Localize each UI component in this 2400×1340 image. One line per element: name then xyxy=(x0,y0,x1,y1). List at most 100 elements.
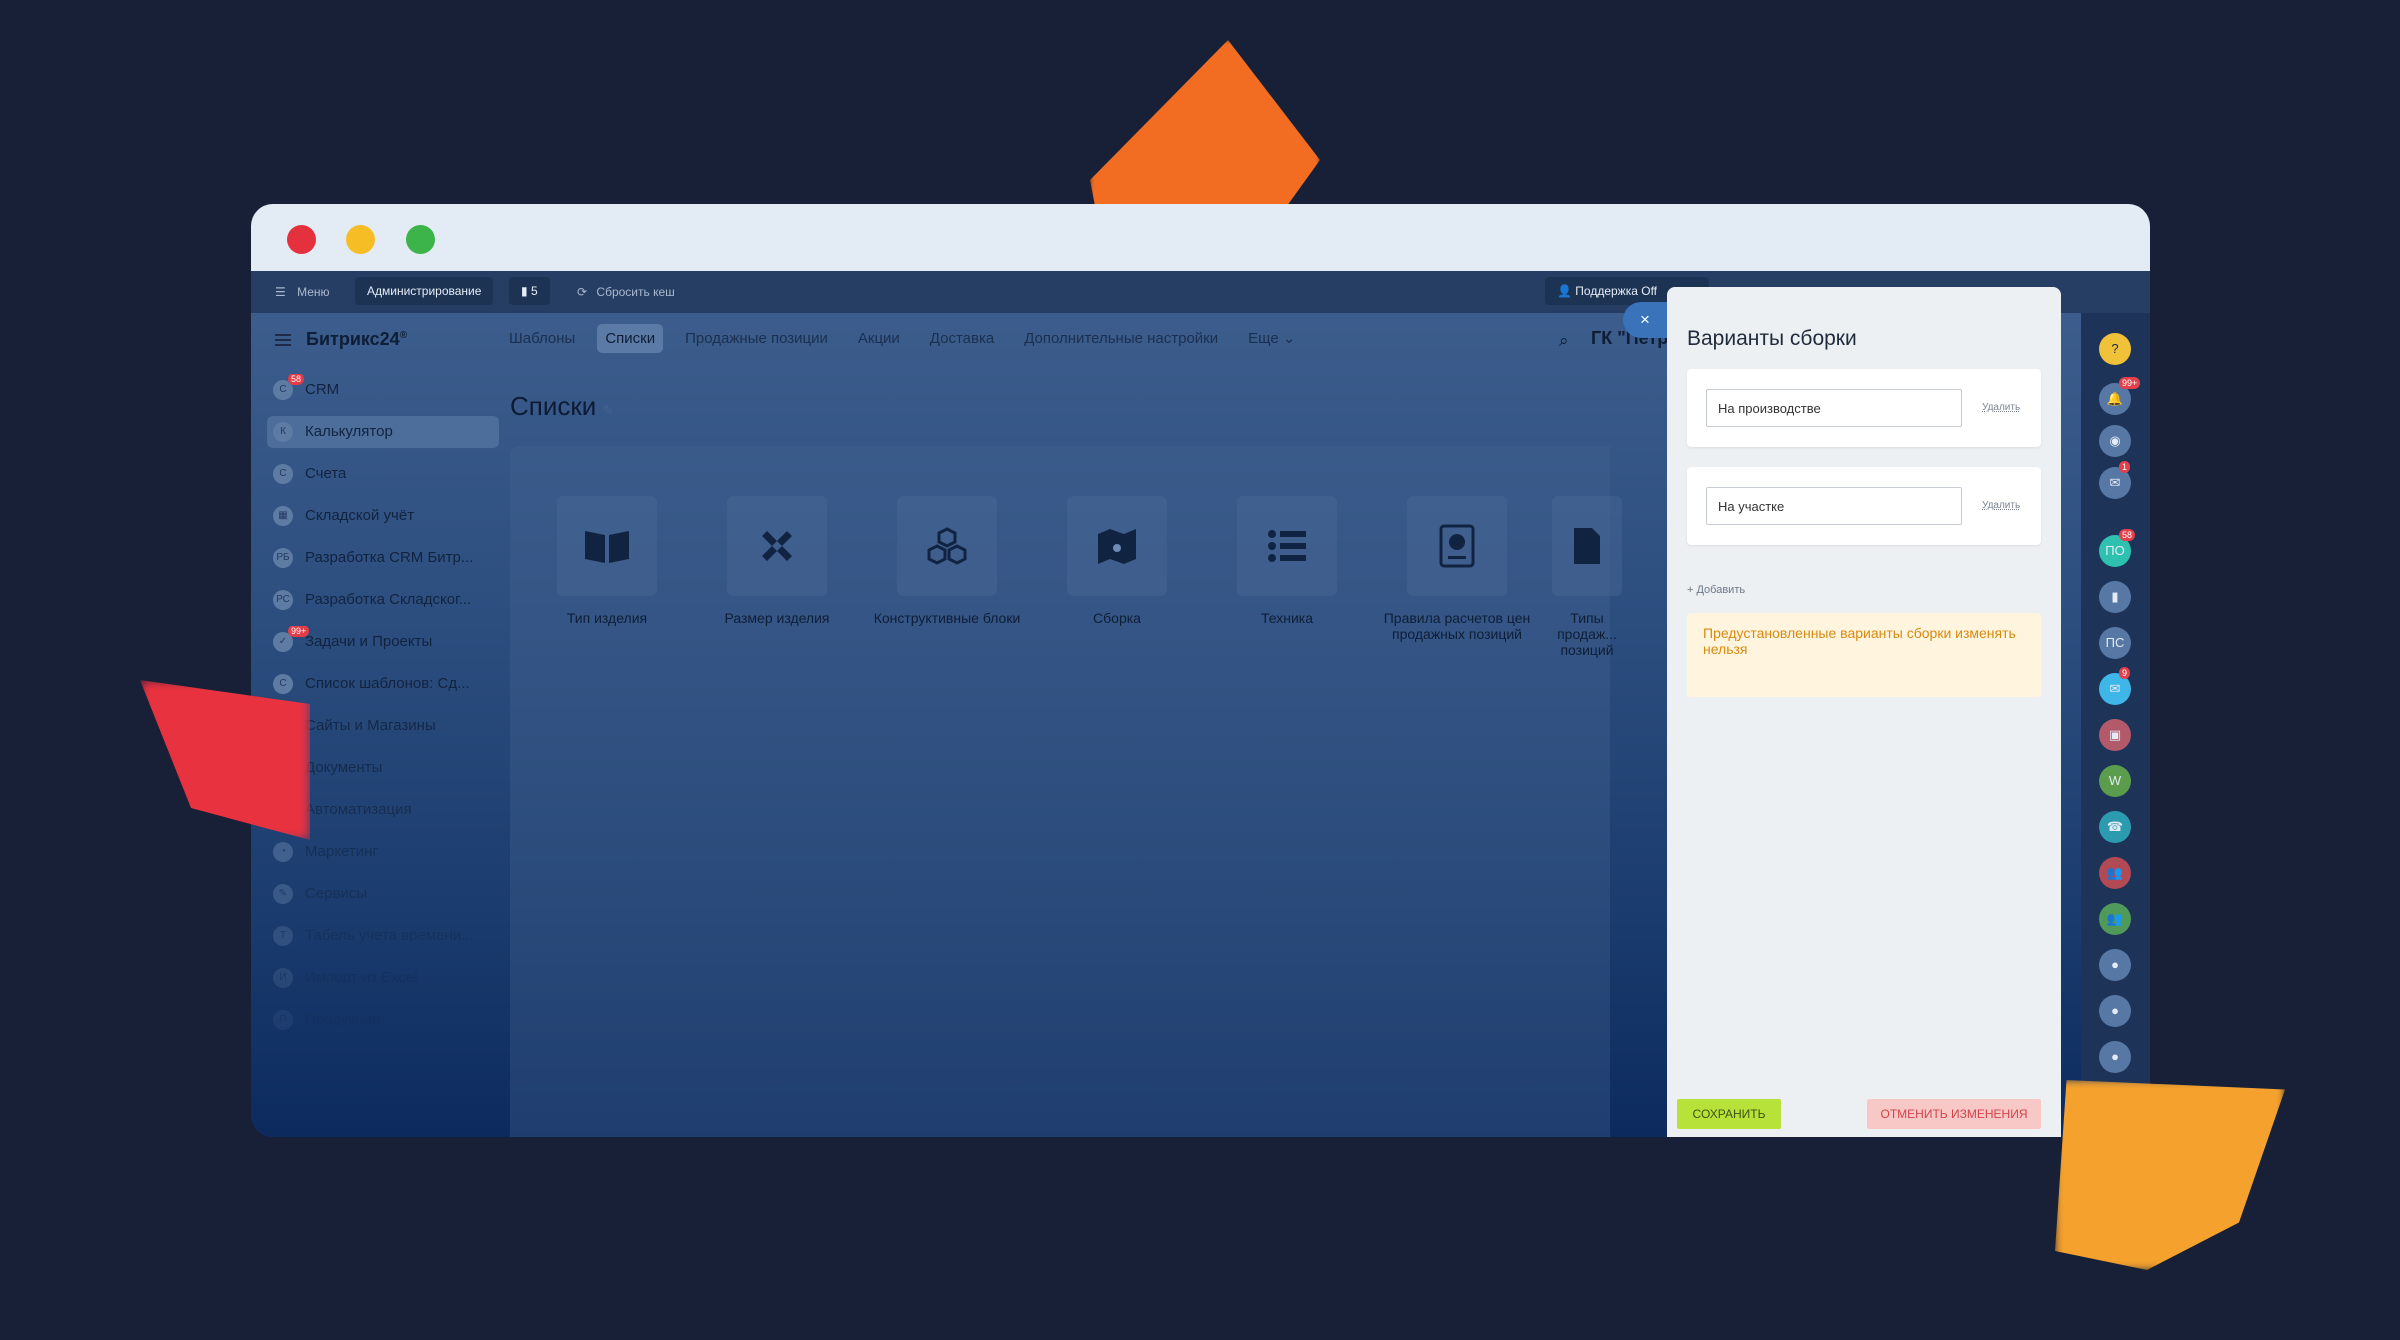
cancel-changes-button[interactable]: ОТМЕНИТЬ ИЗМЕНЕНИЯ xyxy=(1867,1099,2041,1129)
tile-label: Типы продаж... позиций xyxy=(1557,610,1617,658)
list-tile-sales-types[interactable]: Типы продаж... позиций xyxy=(1552,496,1622,658)
topbar-menu[interactable]: ☰ Меню xyxy=(275,271,330,313)
sidebar-item-label: Документы xyxy=(305,759,383,776)
products-icon: П xyxy=(273,1010,293,1031)
option-input[interactable] xyxy=(1706,389,1962,427)
import-icon: И xyxy=(273,968,293,989)
sidebar-toggle-icon[interactable] xyxy=(275,331,291,349)
decorative-red-shape xyxy=(140,680,310,840)
admin-button[interactable]: Администрирование xyxy=(355,277,494,305)
avatar-image[interactable]: ▣ xyxy=(2099,719,2131,751)
avatar-w[interactable]: W xyxy=(2099,765,2131,797)
minimize-window-button[interactable] xyxy=(346,225,375,254)
panel-close-button[interactable]: × xyxy=(1623,302,1667,338)
delete-option-link[interactable]: Удалить xyxy=(1982,500,2020,511)
sidebar-item-label: CRM xyxy=(305,381,340,398)
pin-icon[interactable]: ✎ xyxy=(602,402,614,418)
sidebar-item-label: Список шаблонов: Сд... xyxy=(305,675,470,692)
group-icon[interactable]: 👥 xyxy=(2099,857,2131,889)
counter-value: 5 xyxy=(530,284,538,298)
flag-icon: ▮ xyxy=(521,284,528,298)
tab-promotions[interactable]: Акции xyxy=(850,324,908,353)
list-tile-product-size[interactable]: Размер изделия xyxy=(702,496,852,626)
top-tabs: Шаблоны Списки Продажные позиции Акции Доста… xyxy=(501,323,1317,355)
sidebar-item-crm-dev[interactable]: РБ Разработка CRM Битр... xyxy=(267,542,499,574)
sidebar-item-invoices[interactable]: С Счета xyxy=(267,458,499,490)
list-tile-assembly[interactable]: Сборка xyxy=(1042,496,1192,626)
sidebar-item-label: Складской учёт xyxy=(305,507,415,524)
book-icon xyxy=(557,496,657,596)
tab-delivery[interactable]: Доставка xyxy=(922,324,1002,353)
ruler-pencil-icon xyxy=(727,496,827,596)
list-tile-equipment[interactable]: Техника xyxy=(1212,496,1362,626)
group-icon: РБ xyxy=(273,548,293,569)
group-icon: РС xyxy=(273,590,293,611)
gear-icon[interactable]: ◉ xyxy=(2099,425,2131,457)
tab-more[interactable]: Еще ⌄ xyxy=(1240,323,1303,353)
sidebar-item-label: Сайты и Магазины xyxy=(305,717,436,734)
tab-additional-settings[interactable]: Дополнительные настройки xyxy=(1016,324,1226,353)
crm-icon: C 58 xyxy=(273,374,305,401)
sidebar-item-templates[interactable]: С Список шаблонов: Сд... xyxy=(267,668,499,700)
messenger-badge: 9 xyxy=(2119,667,2131,679)
sidebar-item-label: Калькулятор xyxy=(305,423,393,440)
save-button[interactable]: СОХРАНИТЬ xyxy=(1677,1099,1781,1129)
add-option-link[interactable]: + Добавить xyxy=(1687,584,1745,596)
crm-badge: 58 xyxy=(288,374,305,386)
counter-button[interactable]: ▮ 5 xyxy=(509,277,550,305)
close-window-button[interactable] xyxy=(287,225,316,254)
sidebar-item-marketing[interactable]: ◔ Маркетинг xyxy=(267,836,499,868)
messenger-icon[interactable]: ✉ 9 xyxy=(2099,667,2131,705)
delete-option-link[interactable]: Удалить xyxy=(1982,402,2020,413)
tile-label: Конструктивные блоки xyxy=(873,610,1021,626)
group-icon[interactable]: 👥 xyxy=(2099,903,2131,935)
sidebar-item-warehouse-dev[interactable]: РС Разработка Складског... xyxy=(267,584,499,616)
reset-cache-label: Сбросить кеш xyxy=(596,285,675,299)
document-dollar-icon xyxy=(1407,496,1507,596)
user-icon: 👤 xyxy=(1557,284,1572,298)
sidebar-item-timesheet[interactable]: Т Табель учета времени... xyxy=(267,920,499,952)
bookmark-icon[interactable]: ▮ xyxy=(2099,581,2131,613)
logo-text: Битрикс24 xyxy=(306,329,400,349)
list-tile-blocks[interactable]: Конструктивные блоки xyxy=(872,496,1022,626)
avatar-ps[interactable]: ПС xyxy=(2099,627,2131,659)
sidebar-item-products[interactable]: П Продукция xyxy=(267,1004,499,1036)
map-icon xyxy=(1067,496,1167,596)
marketing-icon: ◔ xyxy=(273,842,293,863)
tile-label: Техника xyxy=(1260,610,1313,626)
bell-icon[interactable]: 🔔 99+ xyxy=(2099,377,2141,415)
tab-templates[interactable]: Шаблоны xyxy=(501,324,583,353)
tile-label: Тип изделия xyxy=(566,610,648,626)
bulb-icon[interactable]: ? xyxy=(2099,333,2131,365)
avatar-person[interactable]: ● xyxy=(2099,1041,2131,1073)
timesheet-icon: Т xyxy=(273,926,293,947)
sidebar-item-crm[interactable]: C 58 CRM xyxy=(267,374,499,406)
sidebar-item-calculator[interactable]: К Калькулятор xyxy=(267,416,499,448)
page-title: Списки ✎ xyxy=(510,391,614,422)
notification-badge: 99+ xyxy=(2119,377,2141,389)
tab-sales-positions[interactable]: Продажные позиции xyxy=(677,324,836,353)
bitrix-logo[interactable]: Битрикс24® xyxy=(306,329,407,350)
phone-icon[interactable]: ☎ xyxy=(2099,811,2131,843)
search-icon[interactable]: ⌕ xyxy=(1559,331,1569,351)
lists-content: Тип изделия Размер изделия Конструктивны… xyxy=(510,446,1622,1137)
list-tile-price-rules[interactable]: Правила расчетов цен продажных позиций xyxy=(1382,496,1532,642)
sidebar-item-services[interactable]: ✎ Сервисы xyxy=(267,878,499,910)
sidebar-item-tasks[interactable]: ✓ 99+ Задачи и Проекты xyxy=(267,626,499,658)
avatar-badge: 58 xyxy=(2119,529,2136,541)
avatar-person[interactable]: ● xyxy=(2099,949,2131,981)
list-tile-product-type[interactable]: Тип изделия xyxy=(532,496,682,626)
warehouse-icon: ▦ xyxy=(273,506,293,527)
tab-lists[interactable]: Списки xyxy=(597,324,664,353)
sidebar-item-warehouse[interactable]: ▦ Складской учёт xyxy=(267,500,499,532)
page-title-text: Списки xyxy=(510,391,597,421)
sidebar-item-label: Сервисы xyxy=(305,885,368,902)
avatar-po[interactable]: ПО 58 xyxy=(2099,529,2136,567)
reset-cache-link[interactable]: ⟳ Сбросить кеш xyxy=(577,271,675,313)
readonly-notice: Предустановленные варианты сборки изменя… xyxy=(1687,613,2041,697)
sidebar-item-excel-import[interactable]: И Импорт из Excel xyxy=(267,962,499,994)
chat-icon[interactable]: ✉ 1 xyxy=(2099,461,2131,499)
option-input[interactable] xyxy=(1706,487,1962,525)
maximize-window-button[interactable] xyxy=(406,225,435,254)
avatar-person[interactable]: ● xyxy=(2099,995,2131,1027)
